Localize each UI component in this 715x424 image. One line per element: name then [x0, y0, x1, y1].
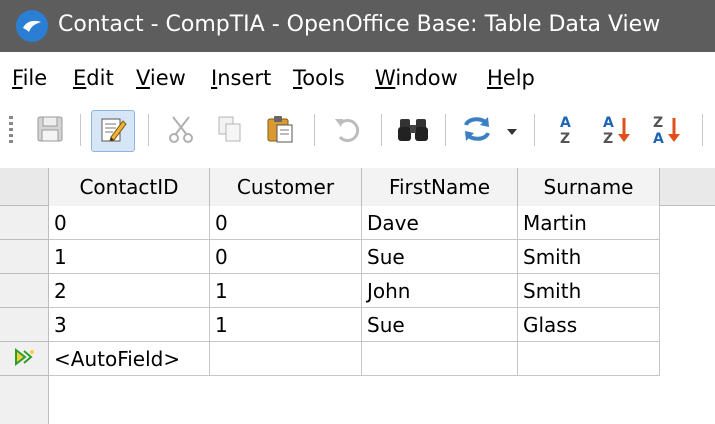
menu-view-label: iew: [149, 66, 186, 90]
toolbar-grip[interactable]: [9, 116, 13, 144]
toolbar-separator: [314, 114, 315, 146]
save-icon: [34, 113, 66, 149]
toolbar-separator: [381, 114, 382, 146]
menu-view[interactable]: View: [136, 64, 186, 92]
menu-help-mnemonic: H: [487, 66, 503, 90]
menu-window-mnemonic: W: [375, 66, 396, 90]
edit-data-icon: [97, 113, 129, 149]
paste-icon: [264, 113, 296, 149]
undo-icon: [330, 113, 362, 149]
toolbar-separator: [148, 114, 149, 146]
menu-view-mnemonic: V: [136, 66, 150, 90]
sort-descending-button[interactable]: Z A: [645, 110, 689, 152]
binoculars-icon: [396, 113, 430, 149]
copy-icon: [214, 113, 246, 149]
toolbar-separator: [445, 114, 446, 146]
table-data-grid: ContactID Customer FirstName Surname 0 0…: [0, 168, 715, 424]
refresh-icon: [461, 113, 493, 149]
row-header[interactable]: [0, 206, 49, 240]
edit-data-button[interactable]: [91, 110, 135, 152]
table-cell[interactable]: Martin: [518, 206, 660, 240]
cut-button[interactable]: [159, 110, 203, 152]
svg-text:A: A: [603, 115, 614, 131]
menu-edit-mnemonic: E: [73, 66, 87, 90]
menu-help-label: elp: [502, 66, 535, 90]
table-cell[interactable]: 0: [49, 206, 210, 240]
menu-window[interactable]: Window: [375, 64, 458, 92]
table-cell[interactable]: Smith: [518, 240, 660, 274]
find-record-button[interactable]: [391, 110, 435, 152]
svg-text:Z: Z: [560, 131, 570, 146]
title-bar: Contact - CompTIA - OpenOffice Base: Tab…: [0, 0, 715, 52]
menu-edit-label: dit: [86, 66, 114, 90]
save-record-button[interactable]: [28, 110, 72, 152]
table-cell[interactable]: 1: [49, 240, 210, 274]
column-header-surname[interactable]: Surname: [518, 168, 660, 206]
table-cell[interactable]: Sue: [362, 240, 518, 274]
menu-bar: File Edit View Insert Tools Window Help: [0, 58, 715, 98]
table-cell[interactable]: 1: [210, 274, 362, 308]
table-cell[interactable]: Smith: [518, 274, 660, 308]
column-header-firstname[interactable]: FirstName: [362, 168, 518, 206]
new-record-marker-icon: [13, 347, 35, 370]
sort-ascending-button[interactable]: A Z: [595, 110, 639, 152]
menu-tools-mnemonic: T: [293, 66, 303, 90]
toolbar-separator: [80, 114, 81, 146]
refresh-button[interactable]: [455, 110, 499, 152]
table-cell[interactable]: 2: [49, 274, 210, 308]
sort-icon: A Z: [552, 112, 582, 150]
table-cell[interactable]: Sue: [362, 308, 518, 342]
toolbar-separator: [702, 114, 703, 146]
sort-ascending-icon: A Z: [600, 112, 634, 150]
table-cell[interactable]: 3: [49, 308, 210, 342]
svg-text:Z: Z: [653, 115, 663, 131]
dropdown-arrow-icon: [506, 122, 518, 141]
menu-tools-label: ools: [302, 66, 345, 90]
menu-edit[interactable]: Edit: [73, 64, 114, 92]
column-header-customer[interactable]: Customer: [210, 168, 362, 206]
table-cell[interactable]: 1: [210, 308, 362, 342]
row-header[interactable]: [0, 308, 49, 342]
svg-text:A: A: [560, 115, 571, 131]
undo-button[interactable]: [324, 110, 368, 152]
menu-help[interactable]: Help: [487, 64, 535, 92]
toolbar: A Z A Z Z A: [0, 102, 715, 158]
new-record-cell[interactable]: <AutoField>: [49, 342, 210, 376]
row-header[interactable]: [0, 240, 49, 274]
table-cell[interactable]: Glass: [518, 308, 660, 342]
svg-text:Z: Z: [603, 131, 613, 146]
new-record-cell[interactable]: [362, 342, 518, 376]
menu-file-mnemonic: F: [12, 66, 23, 90]
new-record-row-header[interactable]: [0, 342, 49, 376]
menu-tools[interactable]: Tools: [293, 64, 345, 92]
table-cell[interactable]: 0: [210, 240, 362, 274]
copy-button[interactable]: [208, 110, 252, 152]
toolbar-separator: [534, 114, 535, 146]
new-record-cell[interactable]: [518, 342, 660, 376]
menu-file[interactable]: File: [12, 64, 47, 92]
menu-insert[interactable]: Insert: [211, 64, 271, 92]
refresh-dropdown-button[interactable]: [500, 110, 524, 152]
menu-file-label: ile: [22, 66, 48, 90]
sort-descending-icon: Z A: [650, 112, 684, 150]
table-cell[interactable]: John: [362, 274, 518, 308]
svg-text:A: A: [653, 131, 664, 146]
column-header-contactid[interactable]: ContactID: [49, 168, 210, 206]
table-cell[interactable]: Dave: [362, 206, 518, 240]
menu-insert-label: nsert: [217, 66, 272, 90]
menu-window-label: indow: [395, 66, 458, 90]
row-header[interactable]: [0, 274, 49, 308]
cut-icon: [165, 113, 197, 149]
grid-corner[interactable]: [0, 168, 49, 206]
table-cell[interactable]: 0: [210, 206, 362, 240]
sort-button[interactable]: A Z: [545, 110, 589, 152]
paste-button[interactable]: [258, 110, 302, 152]
window-title: Contact - CompTIA - OpenOffice Base: Tab…: [58, 12, 661, 37]
new-record-cell[interactable]: [210, 342, 362, 376]
openoffice-app-icon[interactable]: [16, 10, 48, 42]
